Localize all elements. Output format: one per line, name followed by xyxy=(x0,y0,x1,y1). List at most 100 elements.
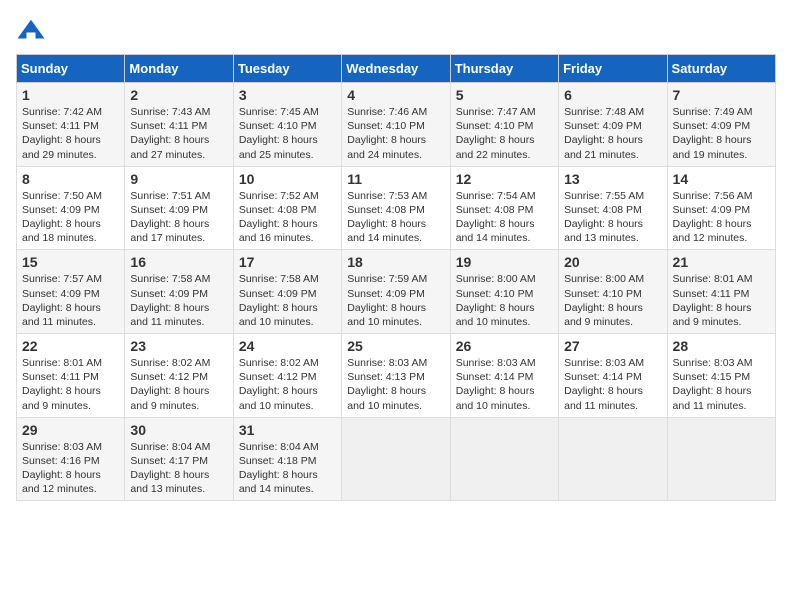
calendar-cell-27: 27 Sunrise: 8:03 AMSunset: 4:14 PMDaylig… xyxy=(559,334,667,418)
day-info: Sunrise: 8:03 AMSunset: 4:14 PMDaylight:… xyxy=(456,357,536,412)
calendar-cell-30: 30 Sunrise: 8:04 AMSunset: 4:17 PMDaylig… xyxy=(125,417,233,501)
day-number: 3 xyxy=(239,87,336,103)
day-info: Sunrise: 8:00 AMSunset: 4:10 PMDaylight:… xyxy=(456,273,536,328)
day-number: 22 xyxy=(22,338,119,354)
calendar-cell-9: 9 Sunrise: 7:51 AMSunset: 4:09 PMDayligh… xyxy=(125,166,233,250)
header-monday: Monday xyxy=(125,55,233,83)
day-info: Sunrise: 7:56 AMSunset: 4:09 PMDaylight:… xyxy=(673,190,753,245)
calendar-cell-29: 29 Sunrise: 8:03 AMSunset: 4:16 PMDaylig… xyxy=(17,417,125,501)
day-number: 15 xyxy=(22,254,119,270)
day-number: 8 xyxy=(22,171,119,187)
day-number: 7 xyxy=(673,87,770,103)
day-info: Sunrise: 8:03 AMSunset: 4:15 PMDaylight:… xyxy=(673,357,753,412)
header-saturday: Saturday xyxy=(667,55,775,83)
day-info: Sunrise: 7:52 AMSunset: 4:08 PMDaylight:… xyxy=(239,190,319,245)
day-info: Sunrise: 7:45 AMSunset: 4:10 PMDaylight:… xyxy=(239,106,319,161)
day-info: Sunrise: 8:02 AMSunset: 4:12 PMDaylight:… xyxy=(239,357,319,412)
day-info: Sunrise: 7:49 AMSunset: 4:09 PMDaylight:… xyxy=(673,106,753,161)
day-number: 25 xyxy=(347,338,444,354)
calendar-table: Sunday Monday Tuesday Wednesday Thursday… xyxy=(16,54,776,501)
calendar-cell-2: 2 Sunrise: 7:43 AMSunset: 4:11 PMDayligh… xyxy=(125,83,233,167)
day-number: 14 xyxy=(673,171,770,187)
calendar-row-5: 29 Sunrise: 8:03 AMSunset: 4:16 PMDaylig… xyxy=(17,417,776,501)
calendar-cell-4: 4 Sunrise: 7:46 AMSunset: 4:10 PMDayligh… xyxy=(342,83,450,167)
calendar-cell-28: 28 Sunrise: 8:03 AMSunset: 4:15 PMDaylig… xyxy=(667,334,775,418)
day-number: 24 xyxy=(239,338,336,354)
calendar-cell-12: 12 Sunrise: 7:54 AMSunset: 4:08 PMDaylig… xyxy=(450,166,558,250)
day-number: 9 xyxy=(130,171,227,187)
calendar-row-3: 15 Sunrise: 7:57 AMSunset: 4:09 PMDaylig… xyxy=(17,250,776,334)
header-row: Sunday Monday Tuesday Wednesday Thursday… xyxy=(17,55,776,83)
day-info: Sunrise: 7:58 AMSunset: 4:09 PMDaylight:… xyxy=(130,273,210,328)
calendar-cell-25: 25 Sunrise: 8:03 AMSunset: 4:13 PMDaylig… xyxy=(342,334,450,418)
day-number: 27 xyxy=(564,338,661,354)
day-number: 10 xyxy=(239,171,336,187)
day-info: Sunrise: 8:02 AMSunset: 4:12 PMDaylight:… xyxy=(130,357,210,412)
day-info: Sunrise: 8:03 AMSunset: 4:16 PMDaylight:… xyxy=(22,441,102,496)
day-number: 26 xyxy=(456,338,553,354)
logo xyxy=(16,16,50,46)
calendar-cell-empty-4-4 xyxy=(450,417,558,501)
calendar-cell-11: 11 Sunrise: 7:53 AMSunset: 4:08 PMDaylig… xyxy=(342,166,450,250)
day-info: Sunrise: 8:01 AMSunset: 4:11 PMDaylight:… xyxy=(22,357,102,412)
calendar-cell-15: 15 Sunrise: 7:57 AMSunset: 4:09 PMDaylig… xyxy=(17,250,125,334)
day-number: 5 xyxy=(456,87,553,103)
calendar-cell-18: 18 Sunrise: 7:59 AMSunset: 4:09 PMDaylig… xyxy=(342,250,450,334)
calendar-cell-13: 13 Sunrise: 7:55 AMSunset: 4:08 PMDaylig… xyxy=(559,166,667,250)
day-number: 11 xyxy=(347,171,444,187)
calendar-cell-16: 16 Sunrise: 7:58 AMSunset: 4:09 PMDaylig… xyxy=(125,250,233,334)
calendar-cell-10: 10 Sunrise: 7:52 AMSunset: 4:08 PMDaylig… xyxy=(233,166,341,250)
day-info: Sunrise: 8:00 AMSunset: 4:10 PMDaylight:… xyxy=(564,273,644,328)
header-sunday: Sunday xyxy=(17,55,125,83)
calendar-cell-empty-4-3 xyxy=(342,417,450,501)
day-number: 16 xyxy=(130,254,227,270)
day-info: Sunrise: 7:43 AMSunset: 4:11 PMDaylight:… xyxy=(130,106,210,161)
calendar-cell-14: 14 Sunrise: 7:56 AMSunset: 4:09 PMDaylig… xyxy=(667,166,775,250)
calendar-cell-6: 6 Sunrise: 7:48 AMSunset: 4:09 PMDayligh… xyxy=(559,83,667,167)
day-info: Sunrise: 7:59 AMSunset: 4:09 PMDaylight:… xyxy=(347,273,427,328)
calendar-cell-26: 26 Sunrise: 8:03 AMSunset: 4:14 PMDaylig… xyxy=(450,334,558,418)
day-number: 1 xyxy=(22,87,119,103)
day-info: Sunrise: 7:54 AMSunset: 4:08 PMDaylight:… xyxy=(456,190,536,245)
calendar-cell-5: 5 Sunrise: 7:47 AMSunset: 4:10 PMDayligh… xyxy=(450,83,558,167)
calendar-cell-1: 1 Sunrise: 7:42 AMSunset: 4:11 PMDayligh… xyxy=(17,83,125,167)
day-number: 29 xyxy=(22,422,119,438)
calendar-cell-20: 20 Sunrise: 8:00 AMSunset: 4:10 PMDaylig… xyxy=(559,250,667,334)
day-number: 31 xyxy=(239,422,336,438)
calendar-cell-22: 22 Sunrise: 8:01 AMSunset: 4:11 PMDaylig… xyxy=(17,334,125,418)
calendar-cell-24: 24 Sunrise: 8:02 AMSunset: 4:12 PMDaylig… xyxy=(233,334,341,418)
calendar-cell-empty-4-6 xyxy=(667,417,775,501)
calendar-cell-31: 31 Sunrise: 8:04 AMSunset: 4:18 PMDaylig… xyxy=(233,417,341,501)
calendar-row-2: 8 Sunrise: 7:50 AMSunset: 4:09 PMDayligh… xyxy=(17,166,776,250)
day-number: 30 xyxy=(130,422,227,438)
day-info: Sunrise: 8:03 AMSunset: 4:13 PMDaylight:… xyxy=(347,357,427,412)
header-wednesday: Wednesday xyxy=(342,55,450,83)
day-number: 2 xyxy=(130,87,227,103)
calendar-cell-3: 3 Sunrise: 7:45 AMSunset: 4:10 PMDayligh… xyxy=(233,83,341,167)
day-number: 6 xyxy=(564,87,661,103)
day-info: Sunrise: 7:57 AMSunset: 4:09 PMDaylight:… xyxy=(22,273,102,328)
day-info: Sunrise: 8:01 AMSunset: 4:11 PMDaylight:… xyxy=(673,273,753,328)
day-number: 23 xyxy=(130,338,227,354)
day-info: Sunrise: 7:53 AMSunset: 4:08 PMDaylight:… xyxy=(347,190,427,245)
day-number: 12 xyxy=(456,171,553,187)
day-info: Sunrise: 7:47 AMSunset: 4:10 PMDaylight:… xyxy=(456,106,536,161)
day-number: 13 xyxy=(564,171,661,187)
day-info: Sunrise: 7:51 AMSunset: 4:09 PMDaylight:… xyxy=(130,190,210,245)
calendar-cell-19: 19 Sunrise: 8:00 AMSunset: 4:10 PMDaylig… xyxy=(450,250,558,334)
calendar-row-1: 1 Sunrise: 7:42 AMSunset: 4:11 PMDayligh… xyxy=(17,83,776,167)
calendar-cell-23: 23 Sunrise: 8:02 AMSunset: 4:12 PMDaylig… xyxy=(125,334,233,418)
day-number: 21 xyxy=(673,254,770,270)
header-friday: Friday xyxy=(559,55,667,83)
day-number: 17 xyxy=(239,254,336,270)
day-info: Sunrise: 7:48 AMSunset: 4:09 PMDaylight:… xyxy=(564,106,644,161)
day-number: 28 xyxy=(673,338,770,354)
calendar-cell-21: 21 Sunrise: 8:01 AMSunset: 4:11 PMDaylig… xyxy=(667,250,775,334)
header-thursday: Thursday xyxy=(450,55,558,83)
day-info: Sunrise: 7:46 AMSunset: 4:10 PMDaylight:… xyxy=(347,106,427,161)
day-info: Sunrise: 7:50 AMSunset: 4:09 PMDaylight:… xyxy=(22,190,102,245)
header-tuesday: Tuesday xyxy=(233,55,341,83)
calendar-cell-8: 8 Sunrise: 7:50 AMSunset: 4:09 PMDayligh… xyxy=(17,166,125,250)
day-info: Sunrise: 7:58 AMSunset: 4:09 PMDaylight:… xyxy=(239,273,319,328)
day-number: 18 xyxy=(347,254,444,270)
